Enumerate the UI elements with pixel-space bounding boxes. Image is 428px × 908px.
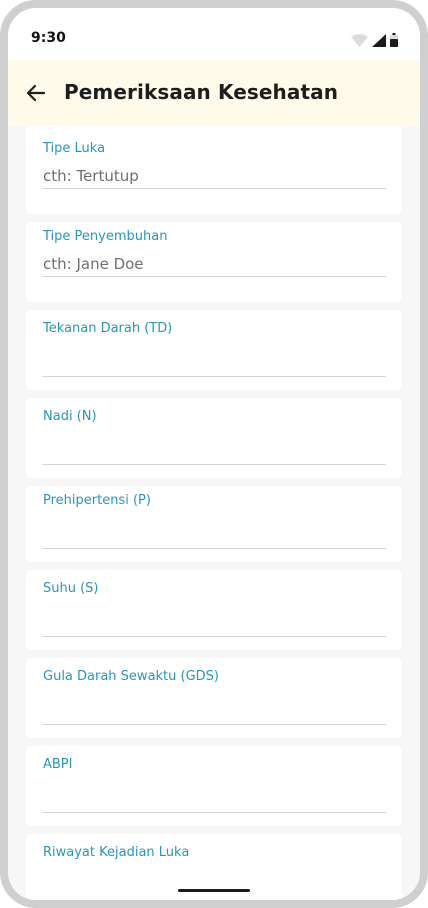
- status-time: 9:30: [31, 30, 66, 46]
- field-label: Riwayat Kejadian Luka: [43, 845, 190, 860]
- abpi-input[interactable]: [43, 788, 386, 813]
- wifi-icon: [351, 32, 368, 51]
- arrow-left-icon: [24, 84, 48, 109]
- field-label: Tipe Luka: [43, 141, 106, 156]
- field-label: Suhu (S): [43, 581, 99, 596]
- field-label: Nadi (N): [43, 409, 97, 424]
- form-scroll-area[interactable]: Tipe Luka Tipe Penyembuhan Tekanan Darah…: [8, 126, 420, 900]
- field-card-gula-darah: Gula Darah Sewaktu (GDS): [26, 658, 402, 738]
- field-card-nadi: Nadi (N): [26, 398, 402, 478]
- signal-icon: [372, 32, 386, 51]
- tipe-luka-input[interactable]: [43, 164, 386, 189]
- field-card-prehipertensi: Prehipertensi (P): [26, 486, 402, 562]
- field-card-tekanan-darah: Tekanan Darah (TD): [26, 310, 402, 390]
- field-card-abpi: ABPI: [26, 746, 402, 826]
- field-label: Tekanan Darah (TD): [43, 321, 173, 336]
- field-label: Prehipertensi (P): [43, 493, 151, 508]
- back-button[interactable]: [24, 81, 48, 105]
- suhu-input[interactable]: [43, 612, 386, 637]
- gula-darah-input[interactable]: [43, 700, 386, 725]
- app-bar: Pemeriksaan Kesehatan: [8, 60, 420, 126]
- nadi-input[interactable]: [43, 440, 386, 465]
- page-title: Pemeriksaan Kesehatan: [64, 80, 339, 104]
- status-icons: [351, 32, 398, 51]
- tipe-penyembuhan-input[interactable]: [43, 252, 386, 277]
- field-card-tipe-luka: Tipe Luka: [26, 126, 402, 214]
- field-card-suhu: Suhu (S): [26, 570, 402, 650]
- battery-icon: [390, 32, 398, 51]
- field-label: ABPI: [43, 757, 73, 772]
- field-label: Tipe Penyembuhan: [43, 229, 168, 244]
- prehipertensi-input[interactable]: [43, 524, 386, 549]
- field-card-tipe-penyembuhan: Tipe Penyembuhan: [26, 222, 402, 302]
- riwayat-kejadian-luka-input[interactable]: [43, 876, 386, 900]
- phone-frame: 9:30 Pemeriksaan Kesehatan Tipe Luka cth…: [0, 0, 428, 908]
- field-label: Gula Darah Sewaktu (GDS): [43, 669, 220, 684]
- status-bar: 9:30: [8, 8, 420, 60]
- tekanan-darah-input[interactable]: [43, 352, 386, 377]
- home-indicator[interactable]: [178, 889, 250, 892]
